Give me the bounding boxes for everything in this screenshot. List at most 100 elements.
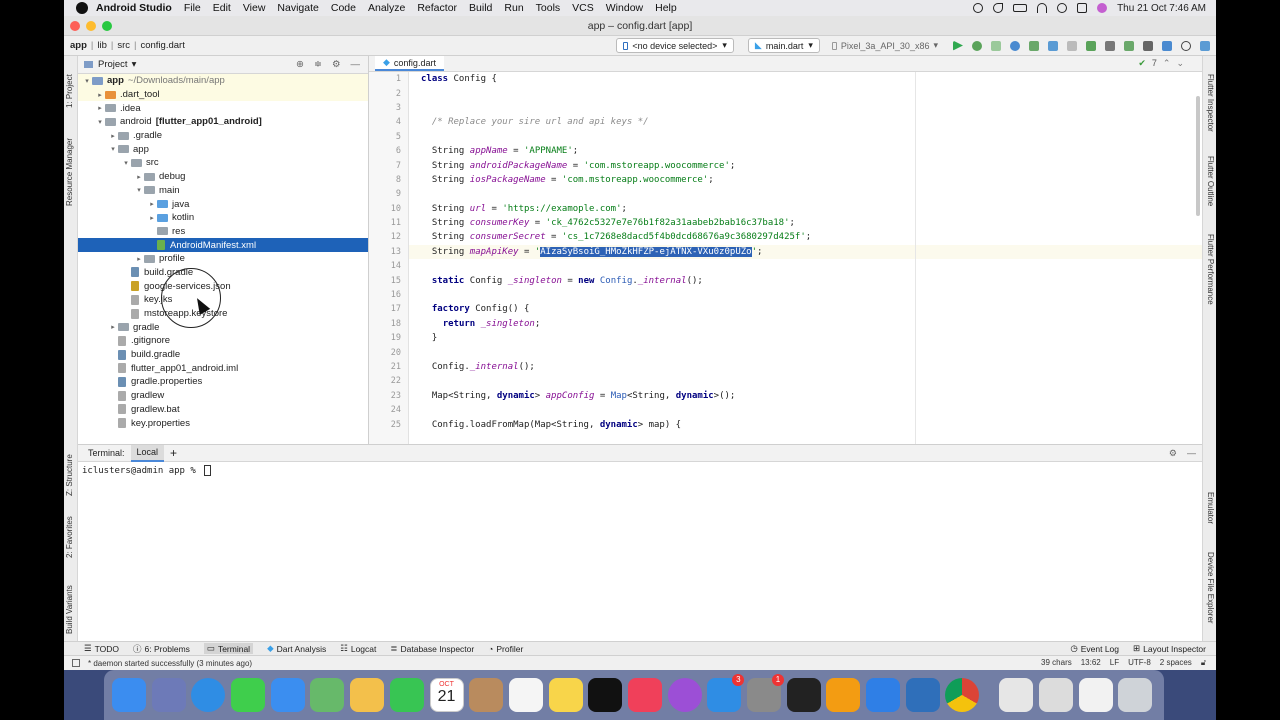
menu-code[interactable]: Code	[331, 2, 356, 14]
tree-item[interactable]: gradle.properties	[78, 375, 368, 389]
tab-favorites[interactable]: 2: Favorites	[65, 516, 74, 558]
tree-item[interactable]: ▸ kotlin	[78, 211, 368, 225]
breadcrumb-lib[interactable]: lib	[97, 40, 107, 51]
androidstudio-icon[interactable]	[905, 678, 940, 712]
tree-item[interactable]: mstoreapp.keystore	[78, 307, 368, 321]
menu-file[interactable]: File	[184, 2, 201, 14]
chevron-down-icon[interactable]: ▾	[108, 145, 118, 153]
tab-emulator[interactable]: Emulator	[1206, 492, 1215, 524]
sdk-manager-icon[interactable]	[1086, 40, 1096, 51]
tree-item[interactable]: ▾ src	[78, 156, 368, 170]
music-icon[interactable]	[627, 678, 662, 712]
tab-build-variants[interactable]: Build Variants	[65, 585, 74, 634]
menu-app-name[interactable]: Android Studio	[96, 2, 172, 14]
tree-item[interactable]: ▸ .gradle	[78, 129, 368, 143]
status-encoding[interactable]: UTF-8	[1128, 658, 1151, 668]
project-structure-icon[interactable]	[1105, 40, 1115, 51]
tree-item[interactable]: ▾ app	[78, 142, 368, 156]
editor-scrollbar[interactable]	[1196, 96, 1200, 216]
night-mode-icon[interactable]	[993, 3, 1004, 13]
menu-vcs[interactable]: VCS	[572, 2, 594, 14]
menu-help[interactable]: Help	[655, 2, 677, 14]
status-message[interactable]: * daemon started successfully (3 minutes…	[88, 659, 252, 668]
chevron-right-icon[interactable]: ▸	[95, 104, 105, 112]
wifi-icon[interactable]	[1037, 3, 1048, 13]
tree-item[interactable]: google-services.json	[78, 279, 368, 293]
chevron-down-icon[interactable]: ▾	[121, 159, 131, 167]
chevron-down-icon[interactable]: ▾	[95, 118, 105, 126]
code-line[interactable]: 4 /* Replace your sire url and api keys …	[396, 115, 1202, 129]
sublime-icon[interactable]	[826, 678, 861, 712]
chevron-down-icon[interactable]: ▾	[132, 59, 137, 70]
avd-manager-icon[interactable]	[1162, 40, 1172, 51]
tab-device-file-explorer[interactable]: Device File Explorer	[1206, 552, 1215, 624]
lock-icon[interactable]: 🔓︎	[1201, 658, 1206, 668]
hide-panel-icon[interactable]: —	[1187, 448, 1196, 459]
tool-todo[interactable]: ☰ TODO	[84, 643, 119, 654]
code-line[interactable]: 10 String url = 'https://examople.com';	[391, 202, 1202, 216]
chevron-right-icon[interactable]: ▸	[95, 91, 105, 99]
tree-item[interactable]: ▾ app ~/Downloads/main/app	[78, 74, 368, 88]
code-line[interactable]: 23 Map<String, dynamic> appConfig = Map<…	[391, 389, 1202, 403]
search-everywhere-icon[interactable]	[1181, 40, 1191, 51]
avd-selector[interactable]: Pixel_3a_API_30_x86 ▾	[826, 38, 944, 53]
tool-database-inspector[interactable]: ≣ Database Inspector	[390, 643, 474, 654]
code-line[interactable]: 8 String iosPackageName = 'com.mstoreapp…	[396, 173, 1202, 187]
mail-icon[interactable]	[270, 678, 305, 712]
xcode-icon[interactable]	[866, 678, 901, 712]
status-toggle-icon[interactable]	[72, 659, 80, 667]
code-line[interactable]: 3	[396, 101, 1202, 115]
chevron-right-icon[interactable]: ▸	[134, 173, 144, 181]
chevron-down-icon[interactable]: ▾	[82, 77, 92, 85]
chevron-down-icon[interactable]: ▾	[134, 186, 144, 194]
contacts-icon[interactable]	[469, 678, 504, 712]
tab-flutter-inspector[interactable]: Flutter Inspector	[1206, 74, 1215, 132]
tool-profiler[interactable]: ◔ Profiler	[488, 644, 523, 654]
tree-item[interactable]: ▸ java	[78, 197, 368, 211]
code-line[interactable]: 20	[391, 345, 1202, 359]
appstore-icon[interactable]: 3	[707, 674, 745, 712]
new-tab-icon[interactable]: +	[164, 445, 183, 462]
breadcrumb-src[interactable]: src	[117, 40, 130, 51]
menu-run[interactable]: Run	[504, 2, 523, 14]
status-line-separator[interactable]: LF	[1110, 658, 1119, 668]
maps-icon[interactable]	[310, 678, 345, 712]
safari-icon[interactable]	[191, 678, 226, 712]
tree-item[interactable]: gradlew	[78, 389, 368, 403]
tree-item[interactable]: flutter_app01_android.iml	[78, 361, 368, 375]
menu-view[interactable]: View	[243, 2, 266, 14]
terminal-body[interactable]: iclusters@admin app %	[78, 462, 1202, 479]
document-icon[interactable]	[999, 678, 1034, 712]
tab-flutter-performance[interactable]: Flutter Performance	[1206, 234, 1215, 305]
tree-item[interactable]: ▸ debug	[78, 170, 368, 184]
search-icon[interactable]	[1057, 3, 1068, 13]
chevron-right-icon[interactable]: ▸	[108, 132, 118, 140]
attach-icon[interactable]	[1029, 40, 1039, 51]
breadcrumb-file[interactable]: config.dart	[140, 40, 184, 51]
project-view-selector[interactable]: Project	[98, 59, 128, 70]
tool-logcat[interactable]: ☷ Logcat	[340, 643, 376, 654]
chevron-right-icon[interactable]: ▸	[147, 200, 157, 208]
systemprefs-icon[interactable]: 1	[747, 674, 784, 712]
breadcrumb-app[interactable]: app	[70, 40, 87, 51]
tab-project[interactable]: 1: Project	[65, 74, 74, 108]
code-line[interactable]: 2	[396, 86, 1202, 100]
menu-navigate[interactable]: Navigate	[277, 2, 318, 14]
launchpad-icon[interactable]	[151, 678, 186, 712]
battery-icon[interactable]	[1013, 4, 1028, 12]
status-caret-position[interactable]: 13:62	[1081, 658, 1101, 668]
device-selector[interactable]: <no device selected> ▾	[616, 38, 734, 53]
tree-item[interactable]: ▾ main	[78, 184, 368, 198]
code-line[interactable]: 21 Config._internal();	[391, 360, 1202, 374]
code-line[interactable]: 7 String androidPackageName = 'com.mstor…	[396, 158, 1202, 172]
profile-icon[interactable]	[1010, 40, 1020, 51]
collapse-all-icon[interactable]: ≑	[314, 59, 322, 70]
trash-icon[interactable]	[1118, 678, 1153, 712]
widget-icon[interactable]	[1143, 40, 1153, 51]
podcasts-icon[interactable]	[667, 678, 702, 712]
menu-analyze[interactable]: Analyze	[368, 2, 405, 14]
layout-icon[interactable]	[1124, 40, 1134, 51]
tab-flutter-outline[interactable]: Flutter Outline	[1206, 156, 1215, 206]
debug-icon[interactable]	[972, 40, 982, 51]
tree-item[interactable]: ▸ .dart_tool	[78, 87, 368, 102]
